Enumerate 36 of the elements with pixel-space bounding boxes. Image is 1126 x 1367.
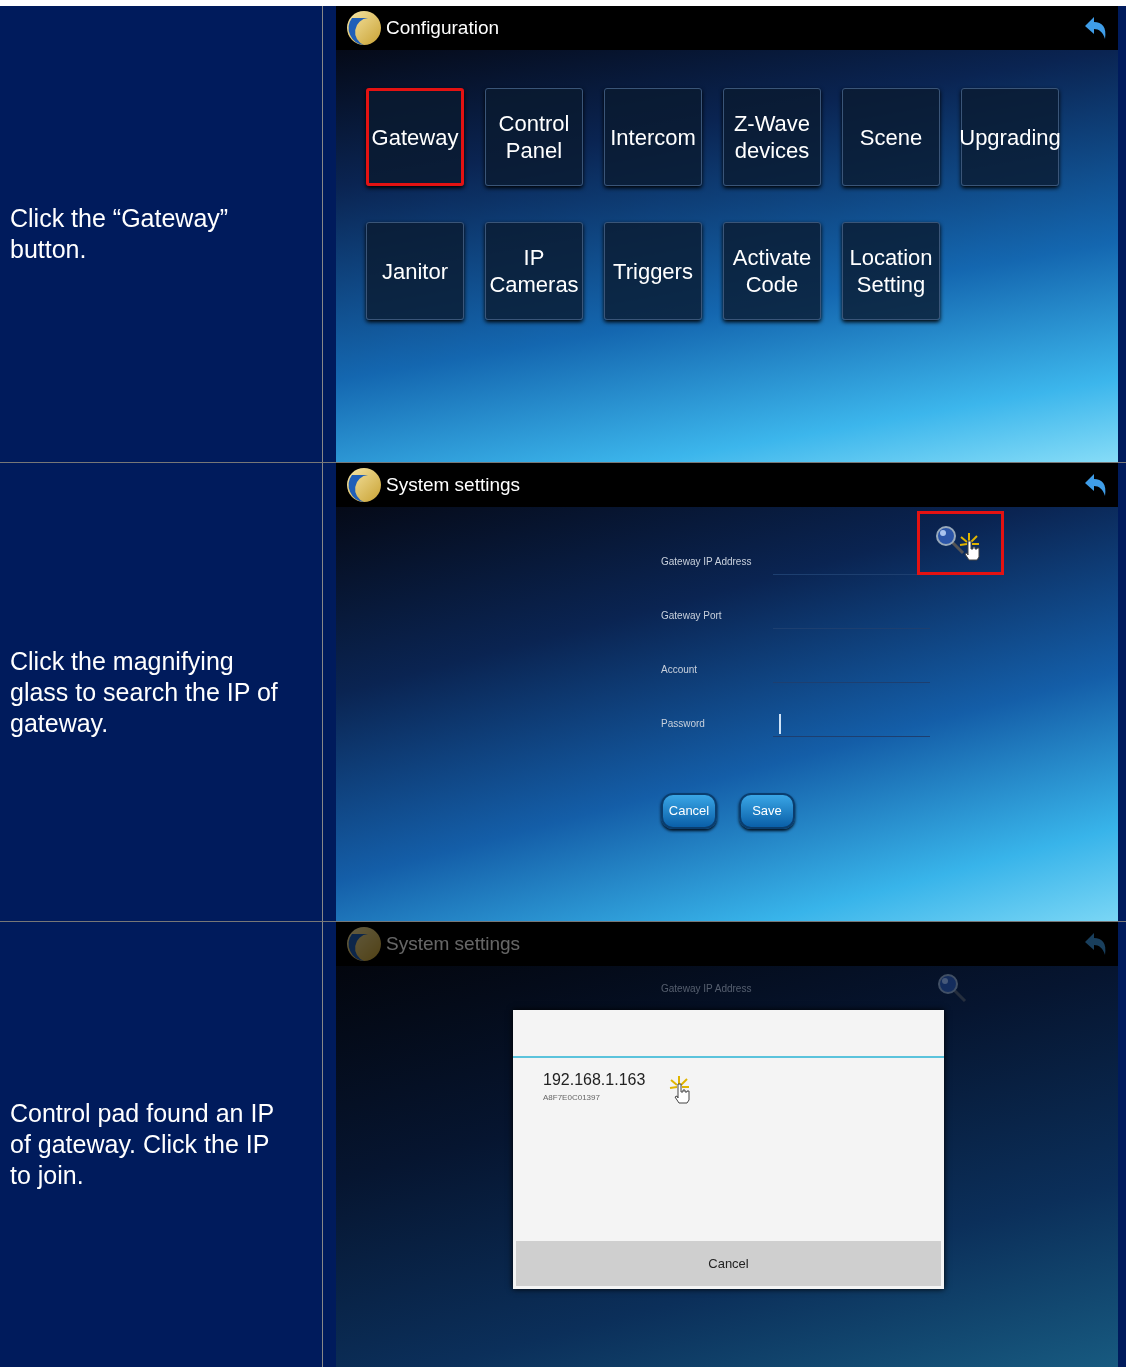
tile-button[interactable]: Triggers <box>604 222 702 320</box>
logo-icon <box>346 926 382 962</box>
field-label: Gateway IP Address <box>661 555 753 569</box>
logo-icon <box>346 467 382 503</box>
input-field[interactable] <box>773 711 930 737</box>
logo-icon <box>346 10 382 46</box>
search-icon <box>934 525 965 555</box>
tile-button[interactable]: Location Setting <box>842 222 940 320</box>
text-cursor <box>779 713 781 734</box>
field-label: Password <box>661 717 706 731</box>
tile-button[interactable]: Upgrading <box>961 88 1059 186</box>
instruction-text: Control pad found an IP of gateway. Click the IP to join. <box>10 1098 275 1191</box>
search-icon[interactable] <box>937 973 967 1003</box>
device-id: A8F7E0C01397 <box>543 1092 601 1104</box>
tile-button[interactable]: Gateway <box>366 88 464 186</box>
field-label: Account <box>661 663 699 677</box>
result-item[interactable]: 192.168.1.163 A8F7E0C01397 <box>513 1058 944 1114</box>
search-button[interactable] <box>917 511 1004 575</box>
tile-button[interactable]: Intercom <box>604 88 702 186</box>
tile-button[interactable]: IP Cameras <box>485 222 583 320</box>
tile-button[interactable]: Control Panel <box>485 88 583 186</box>
screen-title: System settings <box>386 931 522 956</box>
tile-button[interactable]: Scene <box>842 88 940 186</box>
dialog-button[interactable]: Save <box>739 793 795 829</box>
cancel-button[interactable]: Cancel <box>516 1241 941 1286</box>
ip-address: 192.168.1.163 <box>543 1070 646 1090</box>
field-label: Gateway IP Address <box>661 981 753 996</box>
tile-button[interactable]: Activate Code <box>723 222 821 320</box>
dialog-button[interactable]: Cancel <box>661 793 717 829</box>
screen-title: Configuration <box>386 15 501 40</box>
tile-button[interactable]: Janitor <box>366 222 464 320</box>
tile-button[interactable]: Z-Wave devices <box>723 88 821 186</box>
screen-title: System settings <box>386 472 522 497</box>
instruction-text: Click the “Gateway” button. <box>10 203 230 265</box>
instruction-text: Click the magnifying glass to search the IP of gateway. <box>10 645 279 739</box>
field-label: Gateway Port <box>661 609 723 623</box>
